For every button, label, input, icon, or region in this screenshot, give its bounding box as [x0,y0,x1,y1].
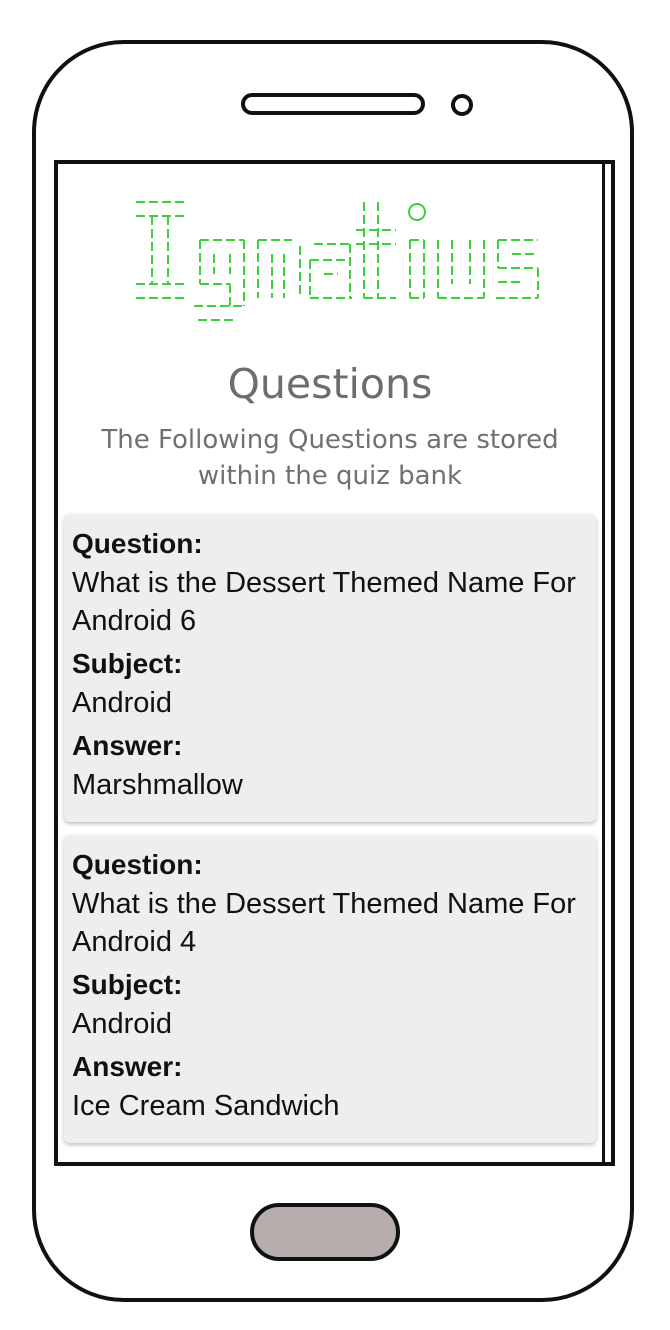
answer-text: Ice Cream Sandwich [72,1090,340,1122]
answer-label: Answer: [72,730,183,761]
question-text: What is the Dessert Themed Name For Andr… [72,888,576,958]
question-label: Question: [72,849,203,880]
question-text: What is the Dessert Themed Name For Andr… [72,567,576,637]
subject-label: Subject: [72,648,183,679]
question-card[interactable]: Question: What is the Dessert Themed Nam… [64,514,596,822]
page-subtitle: The Following Questions are stored withi… [101,425,559,491]
question-label: Question: [72,528,203,559]
scrollbar[interactable] [602,164,605,1162]
home-button[interactable] [250,1203,400,1261]
speaker-grille-icon [241,93,425,115]
answer-label: Answer: [72,1051,183,1082]
page-title: Questions [227,360,433,408]
question-card[interactable]: Question: What is the Dessert Themed Nam… [64,835,596,1143]
subject-label: Subject: [72,969,183,1000]
subject-text: Android [72,687,172,719]
ignatius-logo-icon [136,201,539,321]
app-screen[interactable]: Questions The Following Questions are st… [54,160,615,1166]
front-camera-icon [451,94,473,116]
answer-text: Marshmallow [72,769,243,801]
subject-text: Android [72,1008,172,1040]
app-logo [124,184,544,344]
